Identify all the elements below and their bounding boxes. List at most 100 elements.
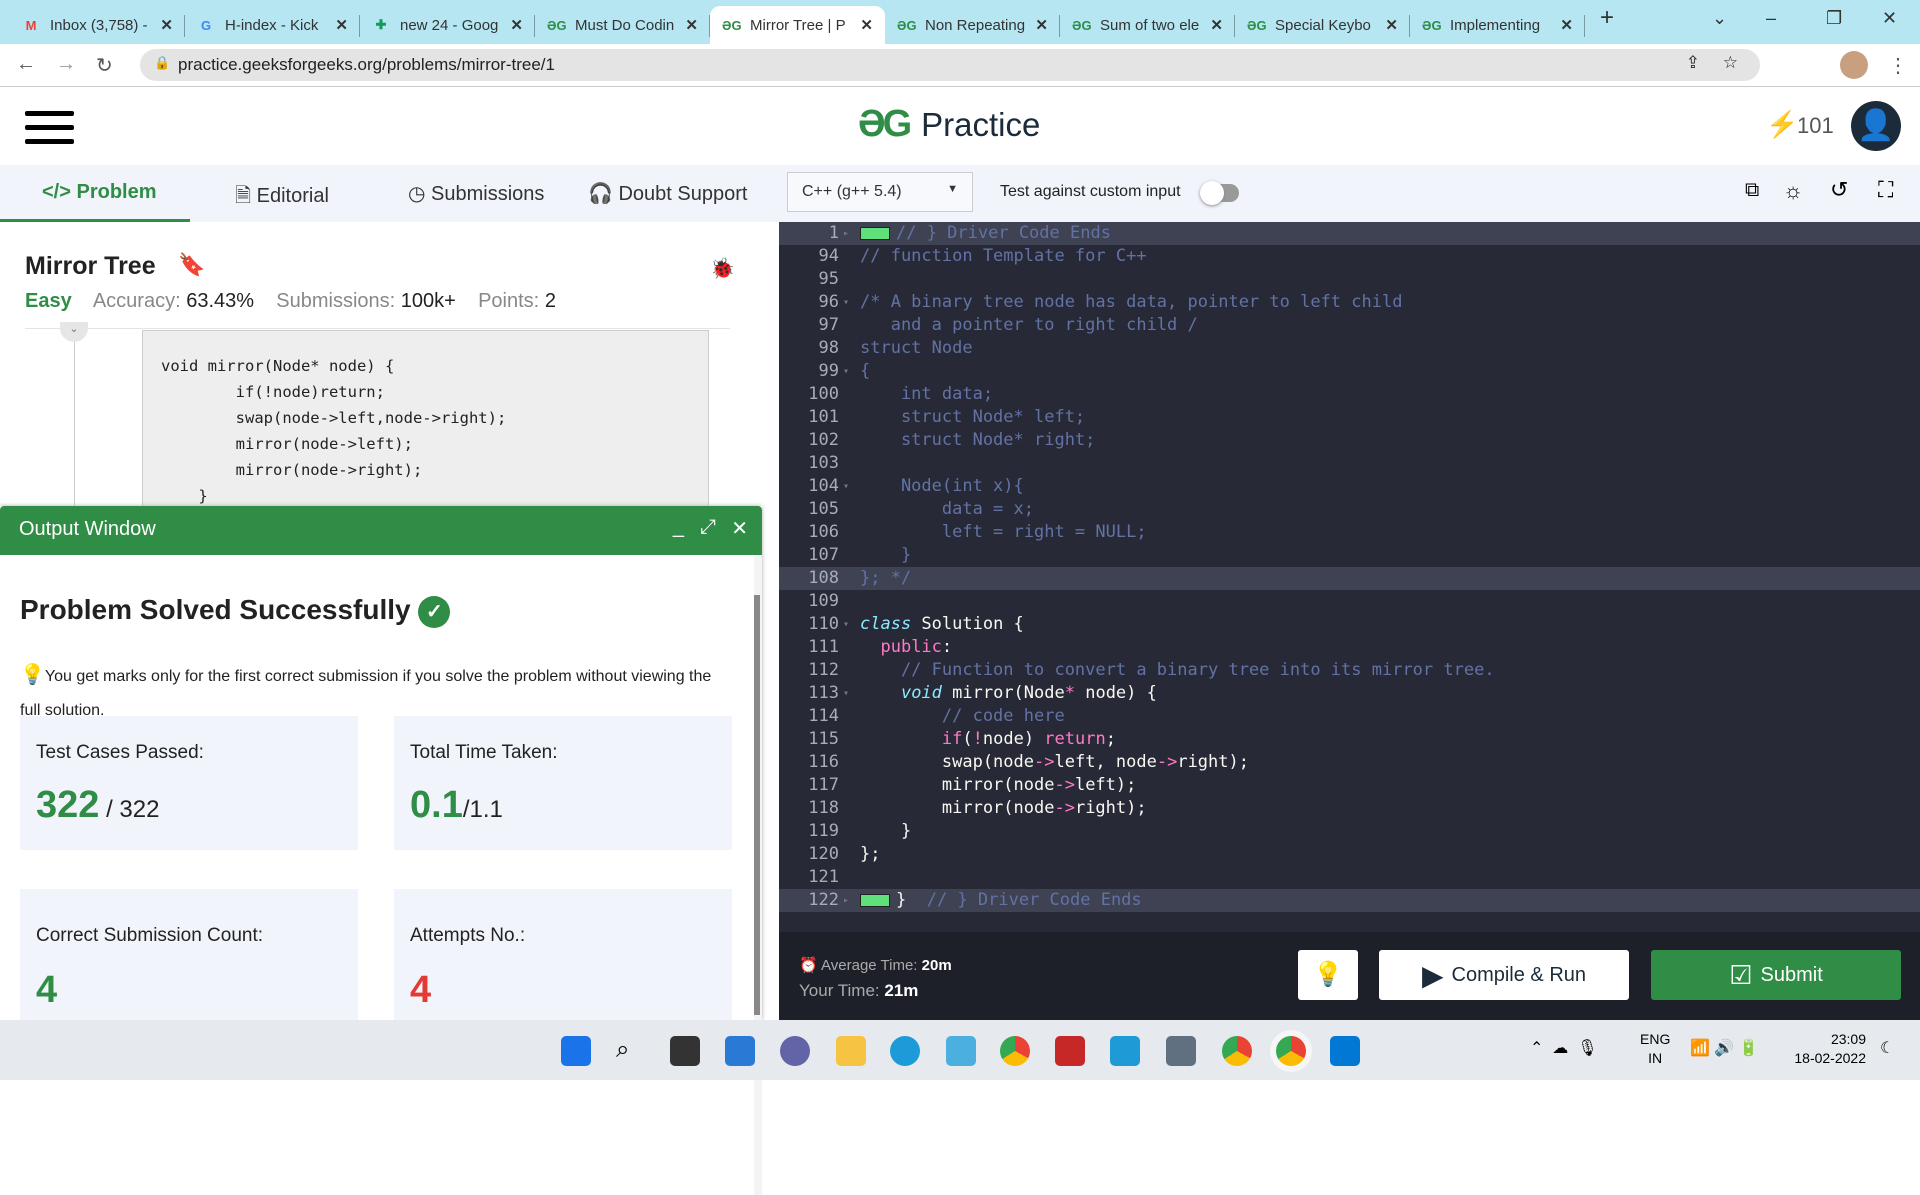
code-line[interactable]: 99 ▾ { (779, 360, 1920, 383)
browser-tab[interactable]: ƏG Must Do Codin ✕ (535, 6, 710, 44)
close-tab-icon[interactable]: ✕ (335, 16, 348, 34)
scrollbar[interactable] (754, 555, 762, 1195)
close-icon[interactable]: ✕ (731, 516, 748, 541)
code-line[interactable]: 118 mirror(node->right); (779, 797, 1920, 820)
code-line[interactable]: 104 ▾ Node(int x){ (779, 475, 1920, 498)
forward-icon[interactable]: → (56, 53, 76, 76)
code-line[interactable]: 102 struct Node* right; (779, 429, 1920, 452)
hamburger-icon[interactable] (25, 111, 74, 144)
code-line[interactable]: 119 } (779, 820, 1920, 843)
fullscreen-icon[interactable]: ⛶ (1878, 177, 1893, 203)
tab-problem[interactable]: </> Problem (42, 181, 157, 204)
clock[interactable]: 23:09 18-02-2022 (1790, 1030, 1866, 1068)
l-app-icon[interactable] (1110, 1036, 1140, 1066)
browser-tab[interactable]: G H-index - Kick ✕ (185, 6, 360, 44)
fold-down-icon[interactable]: ▾ (843, 291, 849, 314)
code-line[interactable]: 120}; (779, 843, 1920, 866)
theme-sun-icon[interactable]: ☼ (1783, 178, 1803, 204)
chrome-icon[interactable] (1000, 1036, 1030, 1066)
tab-submissions[interactable]: ◷ Submissions (408, 181, 544, 206)
browser-tab[interactable]: ✚ new 24 - Goog ✕ (360, 6, 535, 44)
edge-icon[interactable] (890, 1036, 920, 1066)
reset-icon[interactable]: ↺ (1830, 177, 1848, 203)
submit-button[interactable]: ☑ Submit (1651, 950, 1901, 1000)
share-icon[interactable]: ⇪ (1686, 53, 1700, 73)
user-avatar[interactable]: 👤 (1851, 101, 1901, 151)
close-tab-icon[interactable]: ✕ (510, 16, 523, 34)
code-line[interactable]: 115 if(!node) return; (779, 728, 1920, 751)
tab-search-icon[interactable]: ⌄ (1712, 8, 1727, 29)
new-tab-button[interactable]: + (1600, 4, 1614, 32)
code-line[interactable]: 94 // function Template for C++ (779, 245, 1920, 268)
code-line[interactable]: 109 (779, 590, 1920, 613)
code-line[interactable]: 1 ▸ // } Driver Code Ends (779, 222, 1920, 245)
close-tab-icon[interactable]: ✕ (685, 16, 698, 34)
task-view-icon[interactable] (670, 1036, 700, 1066)
close-tab-icon[interactable]: ✕ (860, 16, 873, 34)
collapse-chevron-icon[interactable]: ⌄ (60, 322, 88, 342)
fold-right-icon[interactable]: ▸ (843, 222, 849, 245)
browser-tab[interactable]: ƏG Non Repeating ✕ (885, 6, 1060, 44)
code-line[interactable]: 122 ▸} // } Driver Code Ends (779, 889, 1920, 912)
close-tab-icon[interactable]: ✕ (1560, 16, 1573, 34)
widgets-icon[interactable] (725, 1036, 755, 1066)
code-line[interactable]: 105 data = x; (779, 498, 1920, 521)
copy-icon[interactable]: ⧉ (1745, 179, 1759, 202)
report-bug-icon[interactable]: 🐞 (710, 256, 735, 281)
hint-button[interactable]: 💡 (1298, 950, 1358, 1000)
code-line[interactable]: 121 (779, 866, 1920, 889)
profile-avatar[interactable] (1840, 51, 1868, 79)
code-line[interactable]: 114 // code here (779, 705, 1920, 728)
tray-icons[interactable]: ⌃ ☁ 🎙 (1530, 1038, 1598, 1058)
close-tab-icon[interactable]: ✕ (160, 16, 173, 34)
browser-tab[interactable]: ƏG Special Keybo ✕ (1235, 6, 1410, 44)
browser-tab[interactable]: M Inbox (3,758) - ✕ (10, 6, 185, 44)
mcafee-icon[interactable] (1055, 1036, 1085, 1066)
code-editor[interactable]: 1 ▸// } Driver Code Ends 94// function Tem… (779, 222, 1920, 932)
browser-tab[interactable]: ƏG Implementing ✕ (1410, 6, 1585, 44)
code-line[interactable]: 107 } (779, 544, 1920, 567)
browser-tab[interactable]: ƏG Mirror Tree | P ✕ (710, 6, 885, 44)
notepad-icon[interactable] (946, 1036, 976, 1066)
fold-down-icon[interactable]: ▾ (843, 360, 849, 383)
fold-down-icon[interactable]: ▾ (843, 613, 849, 636)
close-tab-icon[interactable]: ✕ (1035, 16, 1048, 34)
search-icon[interactable]: ⌕ (616, 1036, 646, 1066)
compile-run-button[interactable]: ▶ Compile & Run (1379, 950, 1629, 1000)
code-line[interactable]: 97 and a pointer to right child / (779, 314, 1920, 337)
fold-right-icon[interactable]: ▸ (843, 889, 849, 912)
back-icon[interactable]: ← (16, 53, 36, 76)
collapsed-code-icon[interactable] (860, 893, 890, 907)
vscode-icon[interactable] (1330, 1036, 1360, 1066)
close-tab-icon[interactable]: ✕ (1385, 16, 1398, 34)
code-line[interactable]: 100 int data; (779, 383, 1920, 406)
url-input[interactable]: 🔒 practice.geeksforgeeks.org/problems/mir… (140, 49, 1760, 81)
file-explorer-icon[interactable] (836, 1036, 866, 1066)
code-line[interactable]: 111 public: (779, 636, 1920, 659)
calculator-icon[interactable] (1166, 1036, 1196, 1066)
start-icon[interactable] (561, 1036, 591, 1066)
restore-icon[interactable]: ❐ (1826, 8, 1842, 29)
bookmark-star-icon[interactable]: ☆ (1723, 53, 1738, 73)
code-line[interactable]: 98 struct Node (779, 337, 1920, 360)
code-line[interactable]: 106 left = right = NULL; (779, 521, 1920, 544)
chrome-profile-icon[interactable] (1222, 1036, 1252, 1066)
custom-input-toggle[interactable] (1200, 181, 1239, 205)
language-select[interactable]: C++ (g++ 5.4) ▼ (787, 172, 973, 212)
fold-down-icon[interactable]: ▾ (843, 475, 849, 498)
tab-editorial[interactable]: 🗎 Editorial (235, 181, 329, 215)
code-line[interactable]: 113 ▾ void mirror(Node* node) { (779, 682, 1920, 705)
code-line[interactable]: 110 ▾ class Solution { (779, 613, 1920, 636)
code-line[interactable]: 116 swap(node->left, node->right); (779, 751, 1920, 774)
focus-moon-icon[interactable]: ☾ (1880, 1038, 1894, 1058)
bookmark-icon[interactable]: 🔖 (178, 252, 205, 278)
minimize-icon[interactable]: _ (673, 516, 684, 539)
language-indicator[interactable]: ENG IN (1640, 1030, 1670, 1068)
code-line[interactable]: 103 (779, 452, 1920, 475)
tab-doubt-support[interactable]: 🎧 Doubt Support (588, 181, 747, 206)
code-line[interactable]: 108}; */ (779, 567, 1920, 590)
code-line[interactable]: 117 mirror(node->left); (779, 774, 1920, 797)
close-window-icon[interactable]: ✕ (1882, 8, 1897, 29)
reload-icon[interactable]: ↻ (96, 53, 113, 78)
code-line[interactable]: 112 // Function to convert a binary tree… (779, 659, 1920, 682)
